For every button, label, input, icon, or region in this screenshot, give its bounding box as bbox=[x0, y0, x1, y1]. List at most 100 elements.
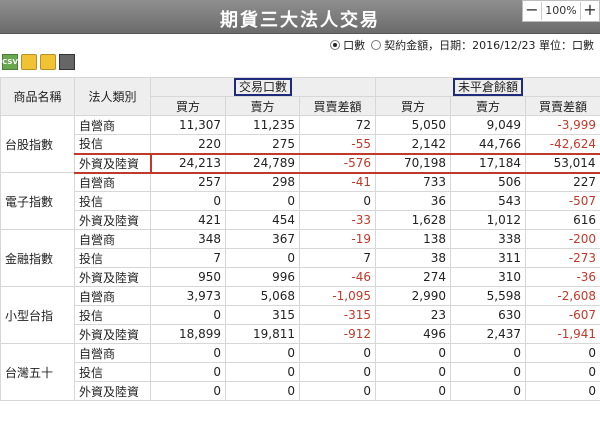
category-cell: 投信 bbox=[74, 362, 151, 382]
toolbar: CSV bbox=[2, 54, 75, 70]
header-sell: 賣方 bbox=[225, 96, 300, 116]
table-body: 台股指數 自營商 11,307 11,235 72 5,050 9,049 -3,999 投信 2… bbox=[0, 115, 600, 401]
value-cell: 311 bbox=[450, 248, 527, 268]
value-cell: -315 bbox=[298, 305, 377, 325]
radio-amount-label[interactable]: 契約金額 bbox=[384, 37, 428, 53]
table-row: 小型台指 自營商 3,973 5,068 -1,095 2,990 5,598 -2,608 bbox=[0, 286, 600, 344]
table-row: 投信 7 0 7 38 311 -273 bbox=[1, 248, 600, 268]
category-cell: 外資及陸資 bbox=[74, 381, 151, 401]
value-cell: 18,899 bbox=[150, 324, 226, 344]
value-cell: 138 bbox=[375, 229, 452, 249]
header-category: 法人類別 bbox=[74, 77, 151, 116]
category-cell: 投信 bbox=[74, 191, 151, 211]
category-cell: 外資及陸資 bbox=[74, 210, 151, 230]
value-cell: 0 bbox=[150, 381, 226, 401]
value-cell: 0 bbox=[375, 362, 452, 382]
page-title: 期貨三大法人交易 bbox=[220, 10, 380, 31]
category-cell: 自營商 bbox=[74, 229, 151, 249]
value-cell: 996 bbox=[225, 267, 300, 287]
value-cell: 24,213 bbox=[149, 152, 226, 174]
value-cell: 0 bbox=[450, 343, 527, 363]
category-cell: 自營商 bbox=[74, 115, 151, 135]
value-cell: 0 bbox=[225, 362, 300, 382]
value-cell: 9,049 bbox=[450, 115, 527, 135]
value-cell: 0 bbox=[525, 362, 600, 382]
options-row: 口數 契約金額 ，日期：2016/12/23 單位：口數 bbox=[324, 37, 594, 53]
date-unit-label: ，日期：2016/12/23 單位：口數 bbox=[428, 39, 594, 52]
value-cell: -3,999 bbox=[525, 115, 600, 135]
value-cell: -912 bbox=[298, 324, 377, 344]
radio-amount[interactable] bbox=[371, 40, 382, 50]
value-cell: 53,014 bbox=[525, 152, 600, 174]
value-cell: -36 bbox=[525, 267, 600, 287]
value-cell: 496 bbox=[375, 324, 452, 344]
value-cell: 257 bbox=[150, 172, 226, 192]
value-cell: 7 bbox=[298, 248, 377, 268]
lock-icon[interactable] bbox=[21, 54, 37, 70]
value-cell: 220 bbox=[150, 134, 226, 154]
table-row: 投信 220 275 -55 2,142 44,766 -42,624 bbox=[1, 134, 600, 154]
zoom-in-button[interactable]: + bbox=[581, 1, 599, 21]
value-cell: 19,811 bbox=[225, 324, 300, 344]
category-cell: 投信 bbox=[74, 134, 151, 154]
value-cell: -33 bbox=[298, 210, 377, 230]
value-cell: -42,624 bbox=[525, 134, 600, 154]
header-buy: 買方 bbox=[375, 96, 452, 116]
category-cell: 外資及陸資 bbox=[74, 152, 151, 174]
value-cell: 0 bbox=[375, 381, 452, 401]
value-cell: 421 bbox=[150, 210, 226, 230]
value-cell: 38 bbox=[375, 248, 452, 268]
table-row: 外資及陸資 0 0 0 0 0 0 bbox=[1, 381, 600, 401]
value-cell: -576 bbox=[298, 152, 377, 174]
table-row: 外資及陸資 24,213 24,789 -576 70,198 17,184 53,014 bbox=[1, 152, 600, 174]
value-cell: -2,608 bbox=[525, 286, 600, 306]
value-cell: 0 bbox=[225, 381, 300, 401]
value-cell: 0 bbox=[150, 191, 226, 211]
value-cell: 227 bbox=[525, 172, 600, 192]
value-cell: 5,598 bbox=[450, 286, 527, 306]
zoom-level: 100% bbox=[541, 2, 581, 20]
header-net: 買賣差額 bbox=[298, 96, 377, 116]
printer-icon[interactable] bbox=[59, 54, 75, 70]
value-cell: 275 bbox=[225, 134, 300, 154]
header-buy: 買方 bbox=[150, 96, 226, 116]
value-cell: 1,012 bbox=[450, 210, 527, 230]
value-cell: 0 bbox=[298, 343, 377, 363]
value-cell: 0 bbox=[525, 381, 600, 401]
csv-icon[interactable]: CSV bbox=[2, 54, 18, 70]
radio-lots-label[interactable]: 口數 bbox=[343, 37, 365, 53]
product-name-cell: 電子指數 bbox=[0, 172, 75, 230]
category-cell: 外資及陸資 bbox=[74, 267, 151, 287]
value-cell: 0 bbox=[225, 248, 300, 268]
value-cell: -55 bbox=[298, 134, 377, 154]
value-cell: 0 bbox=[298, 381, 377, 401]
value-cell: 0 bbox=[298, 191, 377, 211]
group-volume-label: 交易口數 bbox=[234, 78, 293, 96]
value-cell: 23 bbox=[375, 305, 452, 325]
unlock-icon[interactable] bbox=[40, 54, 56, 70]
table-row: 金融指數 自營商 348 367 -19 138 338 -200 bbox=[0, 229, 600, 287]
value-cell: 5,068 bbox=[225, 286, 300, 306]
value-cell: 0 bbox=[225, 191, 300, 211]
zoom-out-button[interactable]: − bbox=[523, 1, 541, 21]
table-row: 台股指數 自營商 11,307 11,235 72 5,050 9,049 -3,999 bbox=[0, 115, 600, 173]
value-cell: 70,198 bbox=[375, 152, 452, 174]
value-cell: 44,766 bbox=[450, 134, 527, 154]
value-cell: 543 bbox=[450, 191, 527, 211]
value-cell: 0 bbox=[450, 381, 527, 401]
header-group-oi: 未平倉餘額 bbox=[375, 77, 600, 97]
value-cell: -1,941 bbox=[525, 324, 600, 344]
table-row: 外資及陸資 421 454 -33 1,628 1,012 616 bbox=[1, 210, 600, 230]
value-cell: 454 bbox=[225, 210, 300, 230]
value-cell: 3,973 bbox=[150, 286, 226, 306]
value-cell: 72 bbox=[298, 115, 377, 135]
radio-lots[interactable] bbox=[330, 40, 341, 50]
value-cell: 2,142 bbox=[375, 134, 452, 154]
table-row: 台灣五十 自營商 0 0 0 0 0 0 bbox=[0, 343, 600, 401]
value-cell: 630 bbox=[450, 305, 527, 325]
header-group-volume: 交易口數 bbox=[149, 77, 377, 97]
value-cell: -200 bbox=[525, 229, 600, 249]
table-row: 電子指數 自營商 257 298 -41 733 506 227 bbox=[0, 172, 600, 230]
value-cell: 506 bbox=[450, 172, 527, 192]
value-cell: 2,437 bbox=[450, 324, 527, 344]
